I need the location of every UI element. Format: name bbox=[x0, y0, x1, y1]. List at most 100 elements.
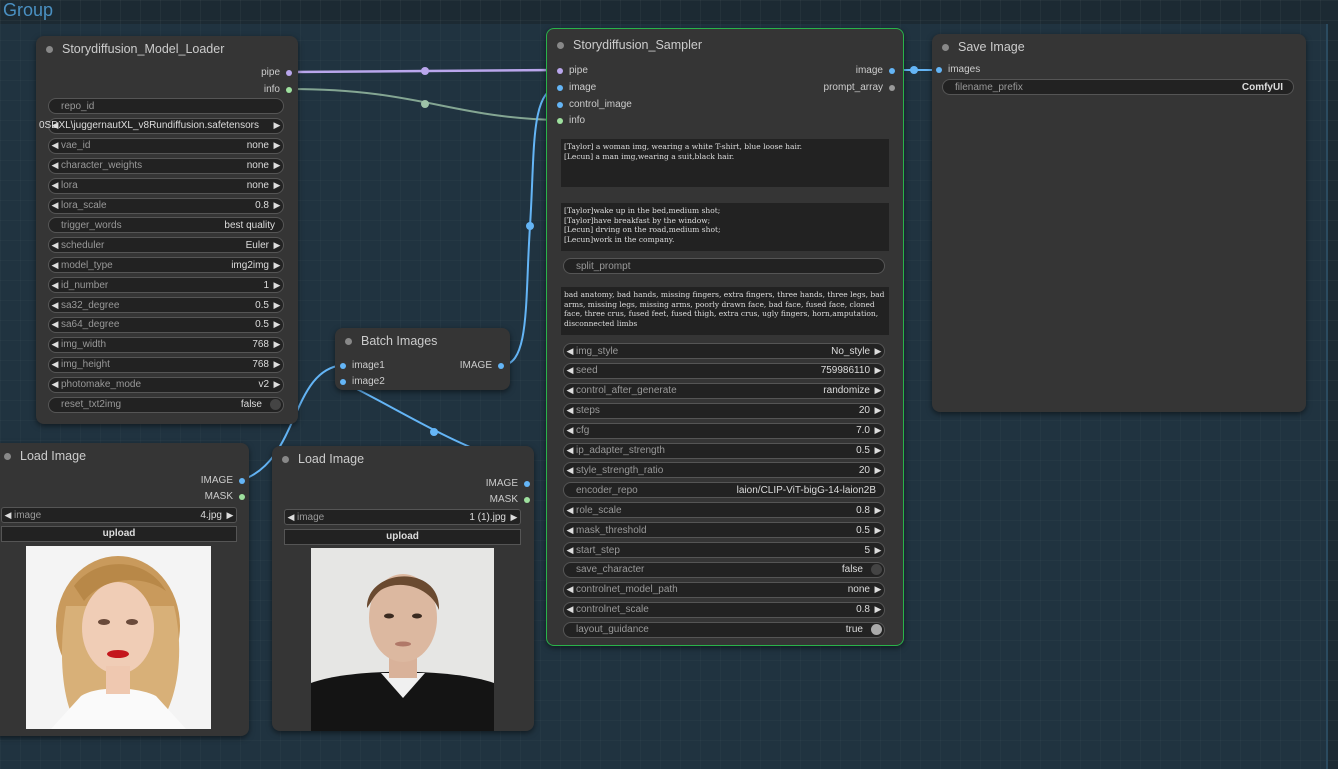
arrow-left-icon[interactable]: ◀ bbox=[49, 300, 61, 311]
output-image[interactable]: image bbox=[856, 65, 895, 76]
widget-repo-id[interactable]: repo_id bbox=[48, 98, 284, 114]
arrow-right-icon[interactable]: ▶ bbox=[271, 359, 283, 370]
arrow-right-icon[interactable]: ▶ bbox=[872, 505, 884, 516]
widget-ip-adapter-strength[interactable]: ◀ ip_adapter_strength 0.5 ▶ bbox=[563, 442, 885, 459]
toggle-on-icon[interactable] bbox=[871, 624, 882, 636]
toggle-off-icon[interactable] bbox=[270, 399, 281, 410]
input-pipe-socket-icon[interactable] bbox=[557, 67, 563, 74]
save-image-node[interactable]: Save Image images filename_prefix ComfyU… bbox=[932, 34, 1306, 412]
arrow-right-icon[interactable]: ▶ bbox=[271, 379, 283, 390]
arrow-left-icon[interactable]: ◀ bbox=[49, 339, 61, 350]
widget-img-style[interactable]: ◀ img_style No_style ▶ bbox=[563, 343, 885, 359]
arrow-right-icon[interactable]: ▶ bbox=[872, 346, 884, 357]
widget-steps[interactable]: ◀ steps 20 ▶ bbox=[563, 402, 885, 419]
output-batch-image[interactable]: IMAGE bbox=[460, 360, 504, 371]
widget-sa64-degree[interactable]: ◀ sa64_degree 0.5 ▶ bbox=[48, 316, 284, 333]
save-image-header[interactable]: Save Image bbox=[932, 34, 1306, 60]
widget-controlnet-model-path[interactable]: ◀ controlnet_model_path none ▶ bbox=[563, 581, 885, 598]
output-mask-2-socket-icon[interactable] bbox=[524, 496, 530, 503]
input-pipe[interactable]: pipe bbox=[557, 65, 588, 76]
arrow-left-icon[interactable]: ◀ bbox=[564, 385, 576, 396]
widget-lora-scale[interactable]: ◀ lora_scale 0.8 ▶ bbox=[48, 197, 284, 214]
input-image1[interactable]: image1 bbox=[340, 360, 385, 371]
arrow-left-icon[interactable]: ◀ bbox=[49, 160, 61, 171]
toggle-off-icon[interactable] bbox=[871, 564, 882, 576]
input-image2[interactable]: image2 bbox=[340, 376, 385, 387]
widget-role-scale[interactable]: ◀ role_scale 0.8 ▶ bbox=[563, 502, 885, 519]
widget-trigger-words[interactable]: trigger_words best quality bbox=[48, 217, 284, 234]
collapse-dot-icon[interactable] bbox=[4, 452, 11, 460]
output-pipe[interactable]: pipe bbox=[261, 67, 292, 78]
arrow-right-icon[interactable]: ▶ bbox=[872, 465, 884, 476]
output-mask-2[interactable]: MASK bbox=[490, 494, 530, 505]
input-image1-socket-icon[interactable] bbox=[340, 362, 346, 369]
output-image-2-socket-icon[interactable] bbox=[524, 480, 530, 487]
widget-model-file[interactable]: ◀ 0SDXL\juggernautXL_v8Rundiffusion.safet… bbox=[39, 117, 284, 134]
arrow-right-icon[interactable]: ▶ bbox=[271, 200, 283, 211]
arrow-left-icon[interactable]: ◀ bbox=[564, 584, 576, 595]
arrow-left-icon[interactable]: ◀ bbox=[49, 359, 61, 370]
collapse-dot-icon[interactable] bbox=[345, 337, 352, 345]
load-image-header-1[interactable]: Load Image bbox=[0, 443, 249, 469]
widget-id-number[interactable]: ◀ id_number 1 ▶ bbox=[48, 277, 284, 294]
image-select-2[interactable]: ◀ image 1 (1).jpg ▶ bbox=[284, 509, 521, 525]
input-image-socket-icon[interactable] bbox=[557, 84, 563, 91]
load-image-node-2[interactable]: Load Image IMAGE MASK ◀ image 1 (1).jpg … bbox=[272, 446, 534, 731]
arrow-right-icon[interactable]: ▶ bbox=[872, 405, 884, 416]
input-control-image[interactable]: control_image bbox=[557, 99, 632, 110]
arrow-left-icon[interactable]: ◀ bbox=[564, 445, 576, 456]
arrow-left-icon[interactable]: ◀ bbox=[564, 545, 576, 556]
split-prompt-field[interactable]: split_prompt bbox=[563, 258, 885, 274]
arrow-right-icon[interactable]: ▶ bbox=[271, 180, 283, 191]
arrow-left-icon[interactable]: ◀ bbox=[49, 280, 61, 291]
widget-lora[interactable]: ◀ lora none ▶ bbox=[48, 177, 284, 194]
input-control-image-socket-icon[interactable] bbox=[557, 101, 563, 108]
arrow-left-icon[interactable]: ◀ bbox=[49, 240, 61, 251]
output-pipe-socket-icon[interactable] bbox=[286, 69, 292, 76]
arrow-right-icon[interactable]: ▶ bbox=[872, 425, 884, 436]
upload-button-1[interactable]: upload bbox=[1, 526, 237, 542]
widget-mask-threshold[interactable]: ◀ mask_threshold 0.5 ▶ bbox=[563, 522, 885, 539]
arrow-left-icon[interactable]: ◀ bbox=[564, 346, 576, 357]
scene-prompt-textarea[interactable]: [Taylor]wake up in the bed,medium shot; … bbox=[561, 203, 889, 251]
sampler-header[interactable]: Storydiffusion_Sampler bbox=[547, 29, 903, 61]
arrow-left-icon[interactable]: ◀ bbox=[49, 379, 61, 390]
widget-sa32-degree[interactable]: ◀ sa32_degree 0.5 ▶ bbox=[48, 297, 284, 313]
widget-reset-txt2img[interactable]: reset_txt2img false bbox=[48, 396, 284, 413]
widget-vae-id[interactable]: ◀ vae_id none ▶ bbox=[48, 137, 284, 154]
arrow-left-icon[interactable]: ◀ bbox=[564, 425, 576, 436]
arrow-left-icon[interactable]: ◀ bbox=[285, 512, 297, 523]
widget-start-step[interactable]: ◀ start_step 5 ▶ bbox=[563, 542, 885, 558]
arrow-right-icon[interactable]: ▶ bbox=[271, 160, 283, 171]
widget-model-type[interactable]: ◀ model_type img2img ▶ bbox=[48, 257, 284, 274]
output-info[interactable]: info bbox=[264, 84, 292, 95]
widget-character-weights[interactable]: ◀ character_weights none ▶ bbox=[48, 157, 284, 174]
arrow-left-icon[interactable]: ◀ bbox=[564, 405, 576, 416]
output-mask-1-socket-icon[interactable] bbox=[239, 493, 245, 500]
filename-prefix-field[interactable]: filename_prefix ComfyUI bbox=[942, 79, 1294, 95]
output-prompt-array[interactable]: prompt_array bbox=[824, 82, 895, 93]
arrow-right-icon[interactable]: ▶ bbox=[872, 584, 884, 595]
widget-style-strength-ratio[interactable]: ◀ style_strength_ratio 20 ▶ bbox=[563, 462, 885, 479]
image-select-1[interactable]: ◀ image 4.jpg ▶ bbox=[1, 507, 237, 523]
output-image-socket-icon[interactable] bbox=[889, 67, 895, 74]
negative-prompt-textarea[interactable]: bad anatomy, bad hands, missing fingers,… bbox=[561, 287, 889, 335]
output-prompt-array-socket-icon[interactable] bbox=[889, 84, 895, 91]
arrow-left-icon[interactable]: ◀ bbox=[49, 180, 61, 191]
widget-save-character[interactable]: save_character false bbox=[563, 561, 885, 578]
widget-controlnet-scale[interactable]: ◀ controlnet_scale 0.8 ▶ bbox=[563, 601, 885, 618]
arrow-right-icon[interactable]: ▶ bbox=[271, 319, 283, 330]
collapse-dot-icon[interactable] bbox=[46, 45, 53, 53]
arrow-right-icon[interactable]: ▶ bbox=[872, 445, 884, 456]
arrow-right-icon[interactable]: ▶ bbox=[271, 300, 283, 311]
arrow-left-icon[interactable]: ◀ bbox=[564, 465, 576, 476]
arrow-left-icon[interactable]: ◀ bbox=[564, 525, 576, 536]
arrow-right-icon[interactable]: ▶ bbox=[271, 120, 283, 131]
model-loader-header[interactable]: Storydiffusion_Model_Loader bbox=[36, 36, 298, 62]
arrow-left-icon[interactable]: ◀ bbox=[49, 140, 61, 151]
widget-scheduler[interactable]: ◀ scheduler Euler ▶ bbox=[48, 237, 284, 254]
arrow-right-icon[interactable]: ▶ bbox=[271, 240, 283, 251]
batch-images-header[interactable]: Batch Images bbox=[335, 328, 510, 354]
widget-layout-guidance[interactable]: layout_guidance true bbox=[563, 621, 885, 638]
arrow-right-icon[interactable]: ▶ bbox=[508, 512, 520, 523]
